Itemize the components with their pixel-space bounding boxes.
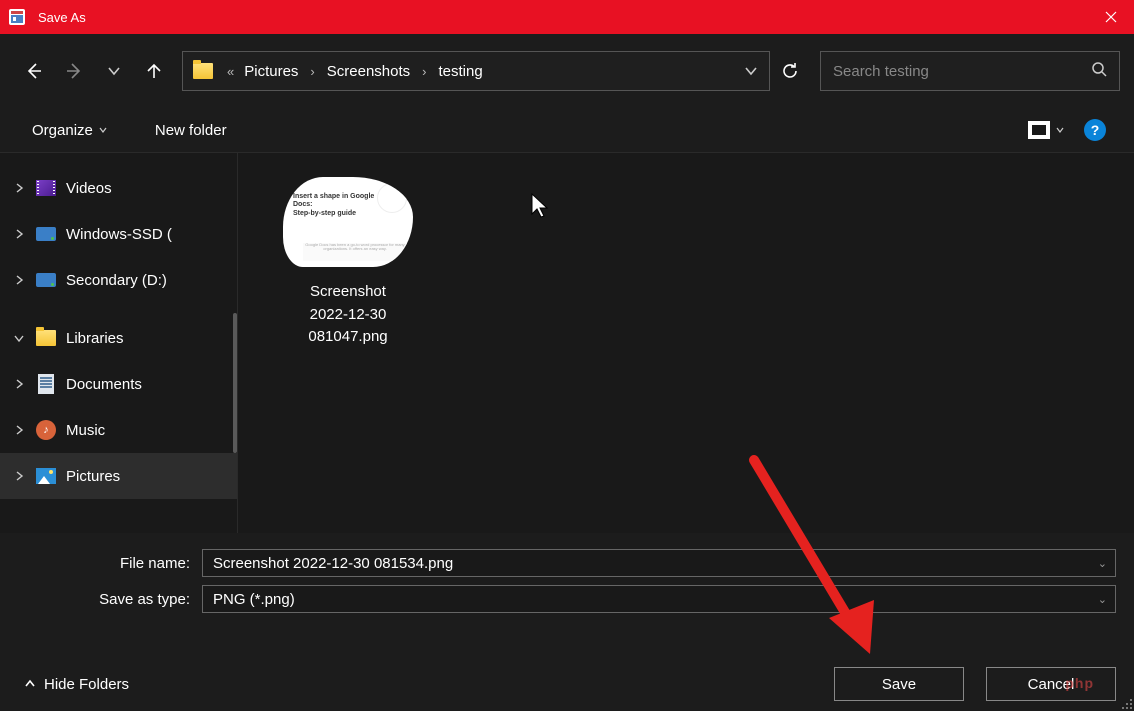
chevron-right-icon[interactable] (4, 183, 34, 193)
breadcrumb-pictures[interactable]: Pictures (238, 52, 304, 90)
tree-item-libraries[interactable]: Libraries (0, 315, 237, 361)
search-box[interactable] (820, 51, 1120, 91)
tree-item-pictures[interactable]: Pictures (0, 453, 237, 499)
organize-menu[interactable]: Organize (32, 122, 107, 139)
filename-value: Screenshot 2022-12-30 081534.png (213, 555, 453, 572)
save-button[interactable]: Save (834, 667, 964, 701)
title-bar: Save As (0, 0, 1134, 34)
new-folder-label: New folder (155, 122, 227, 139)
organize-label: Organize (32, 122, 93, 139)
file-thumbnail[interactable]: Insert a shape in Google Docs: Step-by-s… (278, 177, 418, 349)
chevron-up-icon (24, 678, 36, 690)
hide-folders-label: Hide Folders (44, 676, 129, 693)
documents-icon (34, 372, 58, 396)
hide-folders-button[interactable]: Hide Folders (24, 676, 129, 693)
chevron-down-icon[interactable]: ⌄ (1098, 557, 1107, 570)
search-icon[interactable] (1091, 61, 1107, 82)
new-folder-button[interactable]: New folder (155, 122, 227, 139)
tree-item-winssd[interactable]: Windows-SSD ( (0, 211, 237, 257)
close-button[interactable] (1088, 0, 1134, 34)
savetype-dropdown[interactable]: PNG (*.png) ⌄ (202, 585, 1116, 613)
toolbar: Organize New folder ? (0, 108, 1134, 152)
filename-input[interactable]: Screenshot 2022-12-30 081534.png ⌄ (202, 549, 1116, 577)
tree-label: Secondary (D:) (66, 272, 167, 289)
help-button[interactable]: ? (1084, 119, 1106, 141)
tree-scrollbar[interactable] (233, 313, 237, 453)
save-as-dialog: Save As « Pictures › Screenshots › testi… (0, 0, 1134, 711)
chevron-down-icon[interactable]: ⌄ (1098, 593, 1107, 606)
breadcrumb-bar[interactable]: « Pictures › Screenshots › testing (182, 51, 770, 91)
tree-label: Documents (66, 376, 142, 393)
drive-icon (34, 222, 58, 246)
savetype-label: Save as type: (18, 591, 202, 608)
chevron-right-icon[interactable] (4, 425, 34, 435)
thumb-text: Insert a shape in Google Docs: (293, 193, 374, 208)
tree-item-secondary[interactable]: Secondary (D:) (0, 257, 237, 303)
chevron-right-icon[interactable] (4, 379, 34, 389)
chevron-down-icon[interactable] (4, 333, 34, 343)
forward-button[interactable] (54, 51, 94, 91)
body: Videos Windows-SSD ( Secondary (D:) Libr… (0, 152, 1134, 533)
folder-tree[interactable]: Videos Windows-SSD ( Secondary (D:) Libr… (0, 153, 238, 533)
nav-row: « Pictures › Screenshots › testing (0, 34, 1134, 108)
tree-item-documents[interactable]: Documents (0, 361, 237, 407)
breadcrumb-dropdown[interactable] (733, 64, 769, 78)
file-name: Screenshot 2022-12-30 081047.png (278, 281, 418, 349)
filename-label: File name: (18, 555, 202, 572)
libraries-icon (34, 326, 58, 350)
cancel-button[interactable]: Cancel (986, 667, 1116, 701)
pictures-icon (34, 464, 58, 488)
tree-label: Windows-SSD ( (66, 226, 172, 243)
recent-dropdown[interactable] (94, 51, 134, 91)
bottom-panel: File name: Screenshot 2022-12-30 081534.… (0, 533, 1134, 711)
thumb-text: Step-by-step guide (293, 210, 356, 217)
resize-grip[interactable] (1118, 695, 1132, 709)
up-button[interactable] (134, 51, 174, 91)
mouse-cursor (530, 192, 550, 220)
breadcrumb-screenshots[interactable]: Screenshots (321, 52, 416, 90)
app-icon (0, 8, 34, 26)
refresh-button[interactable] (770, 51, 810, 91)
file-pane[interactable]: Insert a shape in Google Docs: Step-by-s… (238, 153, 1134, 533)
tree-label: Libraries (66, 330, 124, 347)
thumbnail-image: Insert a shape in Google Docs: Step-by-s… (283, 177, 413, 267)
search-input[interactable] (833, 63, 1091, 80)
chevron-right-icon[interactable] (4, 229, 34, 239)
chevron-right-icon[interactable]: › (416, 64, 432, 79)
tree-label: Pictures (66, 468, 120, 485)
breadcrumb-testing[interactable]: testing (433, 52, 489, 90)
savetype-value: PNG (*.png) (213, 591, 295, 608)
chevron-right-icon[interactable]: › (304, 64, 320, 79)
chevron-down-icon (99, 126, 107, 134)
view-options-button[interactable] (1028, 121, 1064, 139)
watermark: php (1065, 675, 1094, 691)
view-icon (1028, 121, 1050, 139)
folder-icon (183, 63, 223, 79)
tree-item-music[interactable]: ♪ Music (0, 407, 237, 453)
back-button[interactable] (14, 51, 54, 91)
chevron-right-icon[interactable] (4, 471, 34, 481)
chevron-right-icon[interactable] (4, 275, 34, 285)
tree-item-videos[interactable]: Videos (0, 165, 237, 211)
chevron-down-icon (1056, 126, 1064, 134)
tree-label: Music (66, 422, 105, 439)
drive-icon (34, 268, 58, 292)
tree-label: Videos (66, 180, 112, 197)
music-icon: ♪ (34, 418, 58, 442)
videos-icon (34, 176, 58, 200)
dialog-title: Save As (34, 10, 1088, 25)
breadcrumb-overflow-icon[interactable]: « (223, 64, 238, 79)
